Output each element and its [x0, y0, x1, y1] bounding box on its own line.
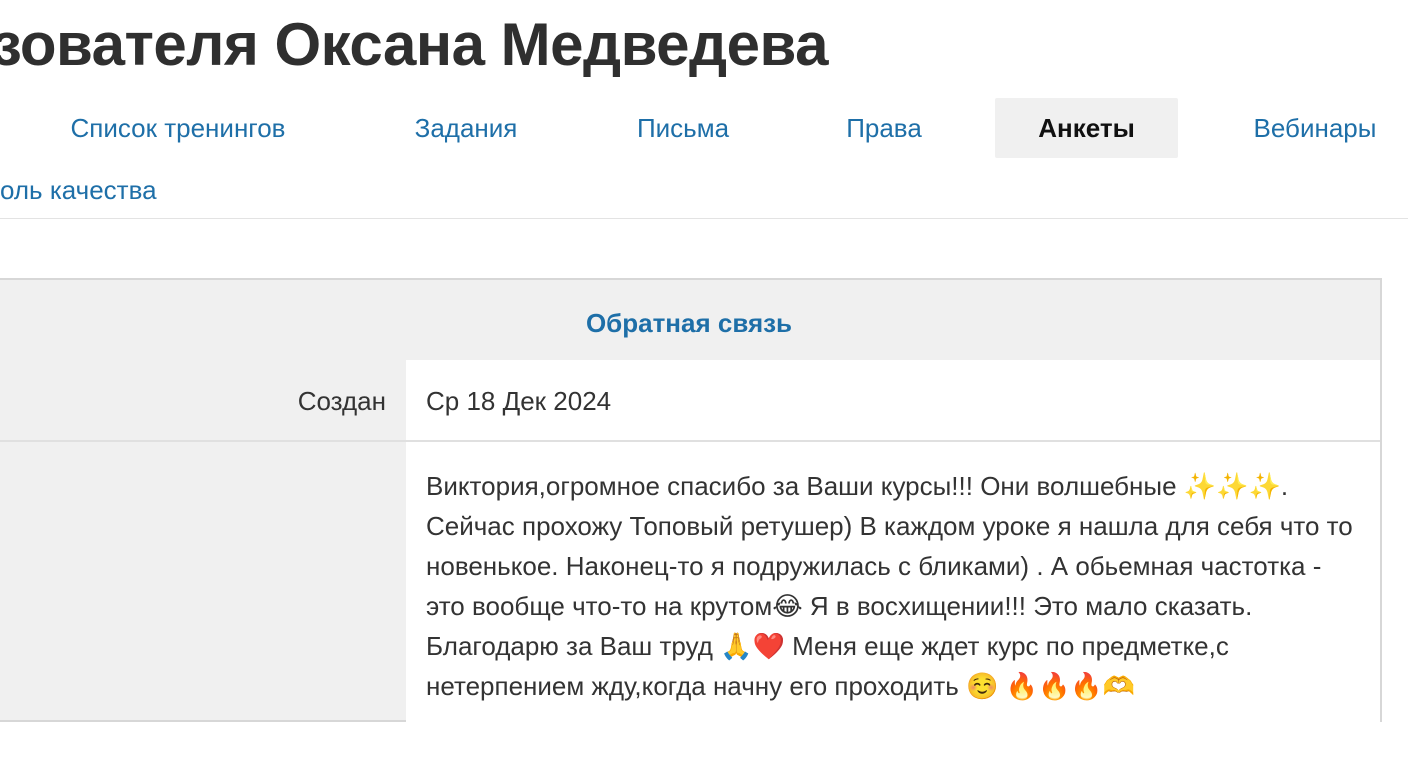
created-label: Создан	[297, 386, 386, 416]
feedback-text: Виктория,огромное спасибо за Ваши курсы!…	[406, 442, 1380, 722]
tab-webinars[interactable]: Вебинары	[1248, 98, 1382, 158]
tab-rights[interactable]: Права	[843, 98, 925, 158]
tab-quality-control[interactable]: оль качества	[0, 160, 157, 220]
tab-trainings-list[interactable]: Список тренингов	[56, 98, 300, 158]
page-title: зователя Оксана Медведева	[0, 11, 828, 78]
tab-assignments[interactable]: Задания	[410, 98, 522, 158]
tab-letters[interactable]: Письма	[632, 98, 734, 158]
card-header-feedback[interactable]: Обратная связь	[0, 280, 1380, 360]
created-value: Ср 18 Дек 2024	[406, 360, 1380, 440]
tab-bar: Список тренингов Задания Письма Права Ан…	[0, 98, 1408, 158]
tabs-divider	[0, 218, 1408, 219]
feedback-card: Обратная связь Создан Ср 18 Дек 2024 Вик…	[0, 278, 1382, 722]
tab-questionnaires[interactable]: Анкеты	[995, 98, 1178, 158]
